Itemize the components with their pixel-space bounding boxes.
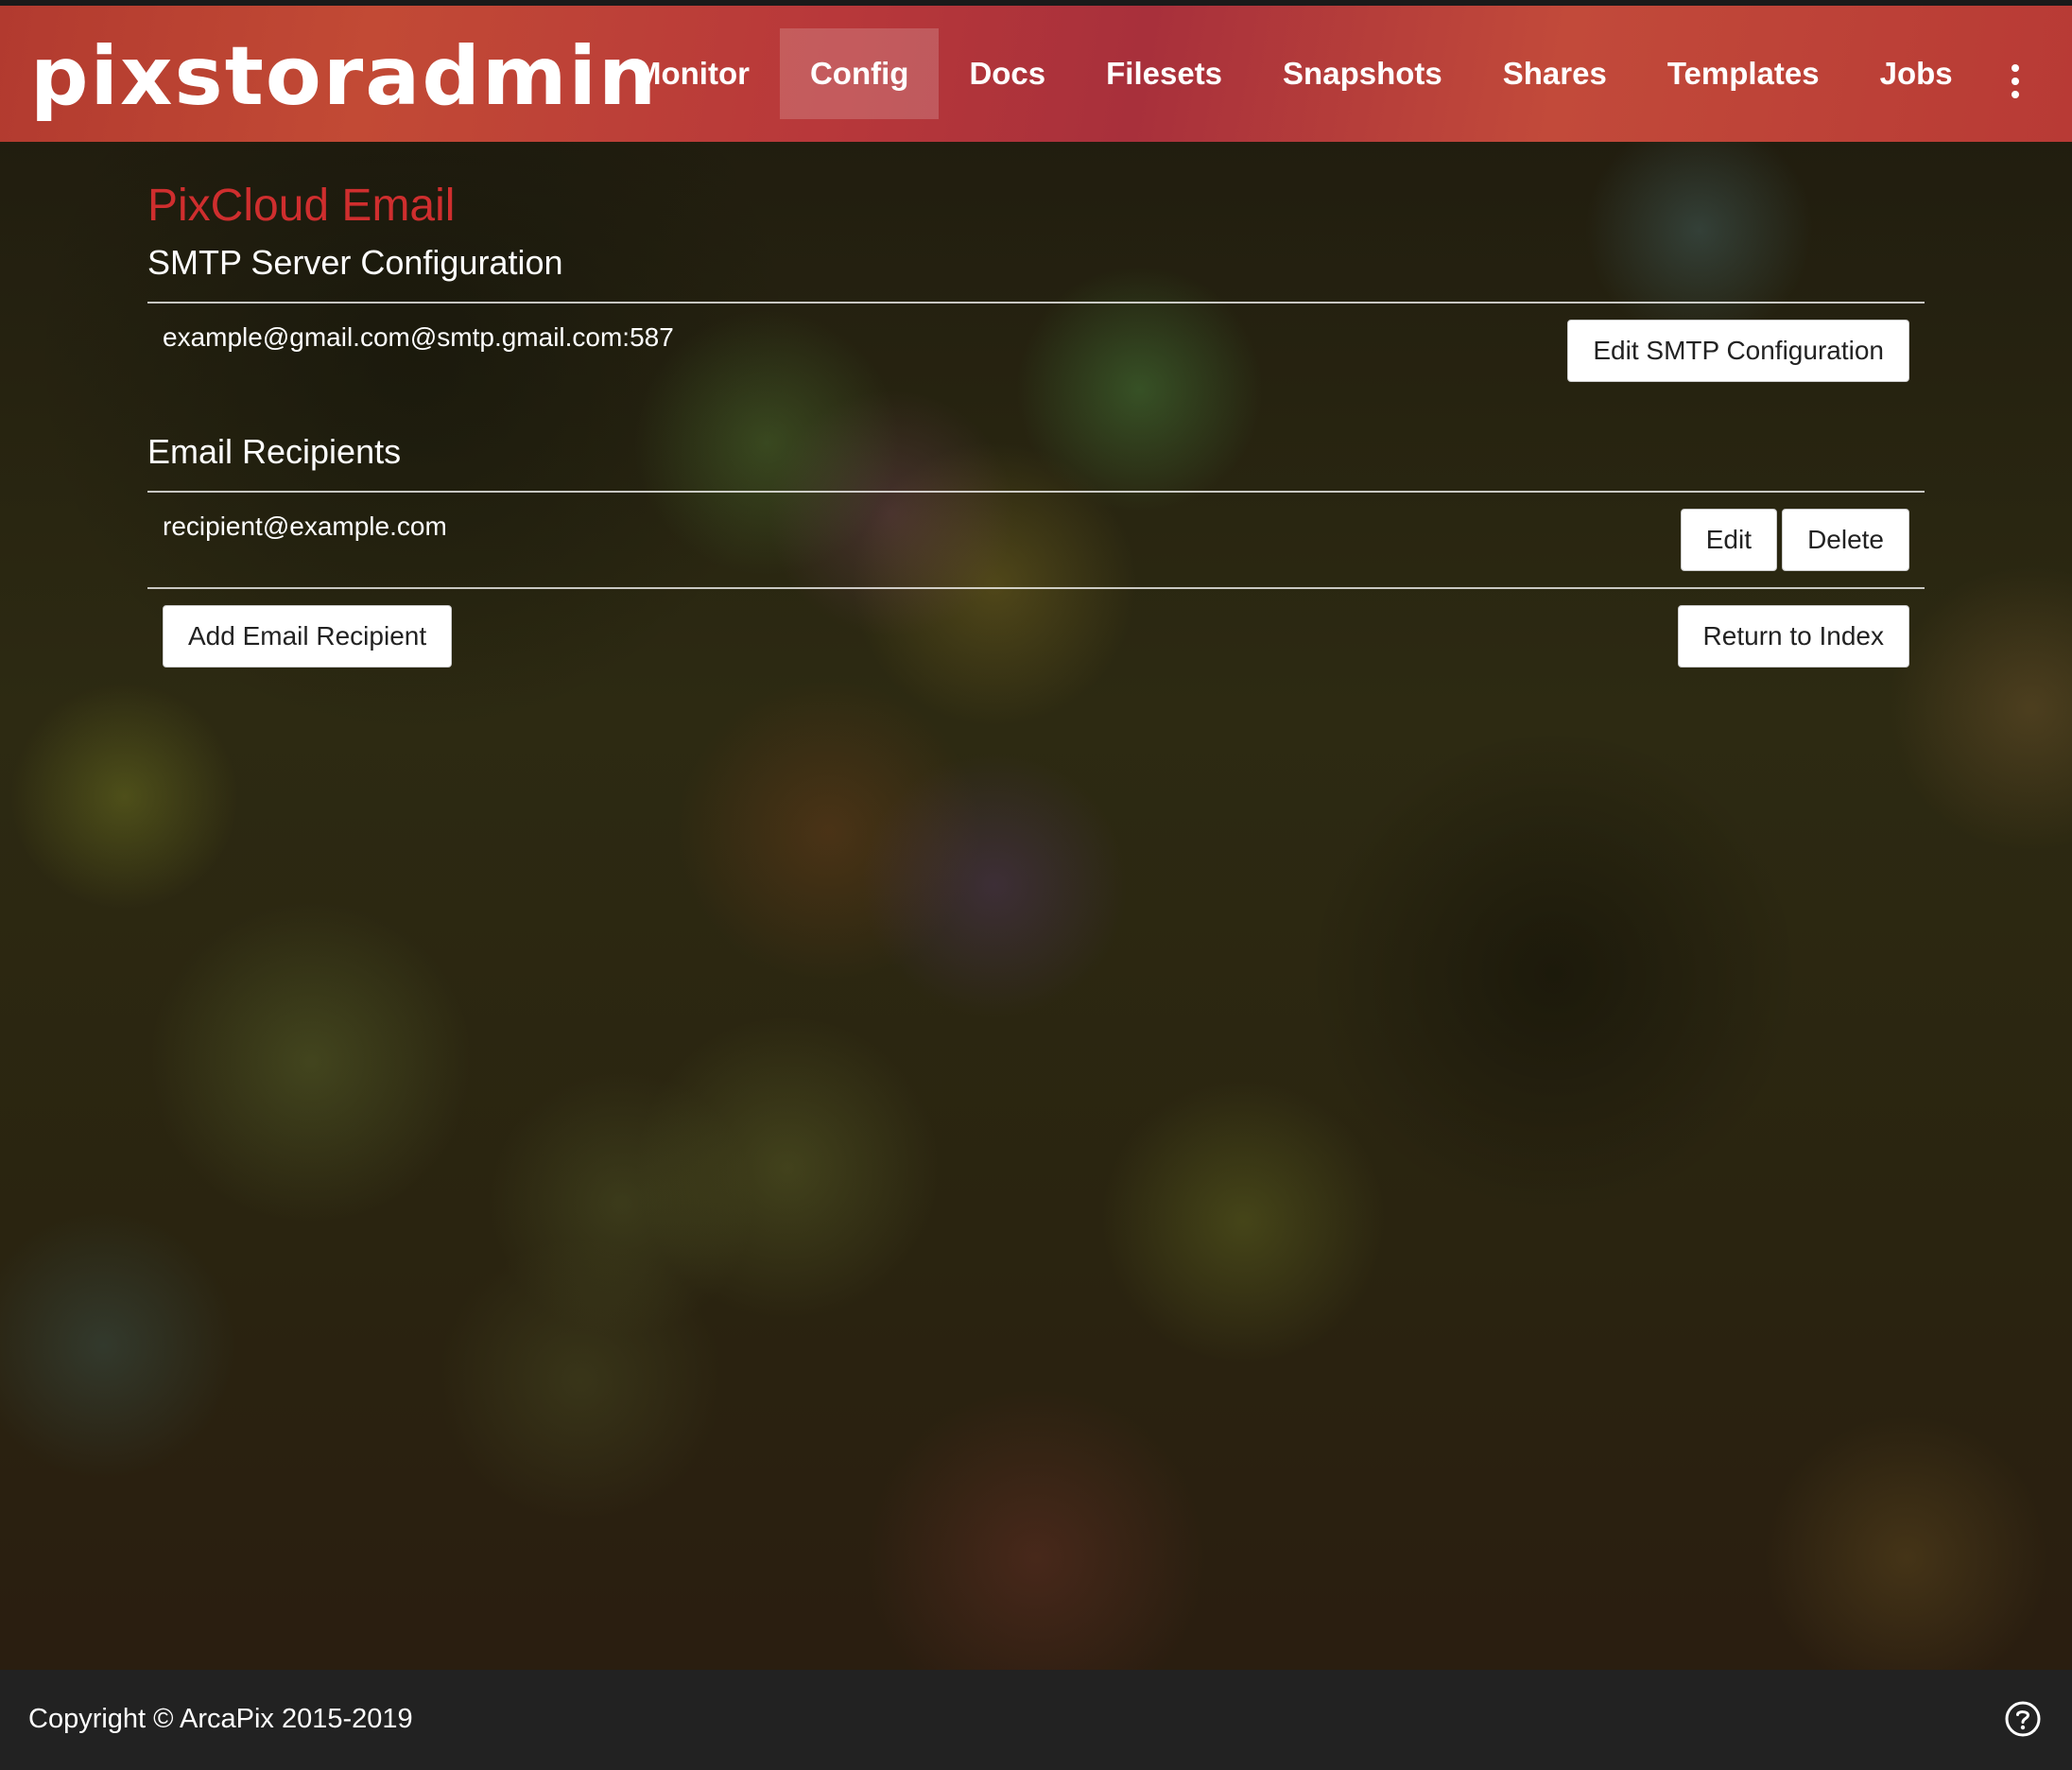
recipient-email: recipient@example.com bbox=[163, 512, 447, 541]
nav-item-snapshots[interactable]: Snapshots bbox=[1252, 28, 1473, 119]
add-email-recipient-button[interactable]: Add Email Recipient bbox=[163, 605, 453, 668]
page-title: PixCloud Email bbox=[147, 181, 456, 231]
nav-item-filesets[interactable]: Filesets bbox=[1076, 28, 1252, 119]
nav-item-monitor[interactable]: Monitor bbox=[605, 28, 780, 119]
delete-recipient-button[interactable]: Delete bbox=[1782, 509, 1909, 571]
kebab-dot bbox=[2012, 78, 2019, 85]
kebab-dot bbox=[2012, 64, 2019, 72]
footer: Copyright © ArcaPix 2015-2019 bbox=[0, 1670, 2072, 1770]
nav-item-shares[interactable]: Shares bbox=[1473, 28, 1637, 119]
copyright-text: Copyright © ArcaPix 2015-2019 bbox=[28, 1704, 413, 1734]
brand-logo[interactable]: pixstoradmin bbox=[30, 25, 658, 129]
divider bbox=[147, 302, 1925, 304]
question-circle-icon[interactable] bbox=[2004, 1700, 2042, 1738]
divider bbox=[147, 587, 1925, 589]
divider bbox=[147, 491, 1925, 493]
nav-item-templates[interactable]: Templates bbox=[1637, 28, 1850, 119]
nav-item-jobs[interactable]: Jobs bbox=[1850, 28, 1983, 119]
nav-item-docs[interactable]: Docs bbox=[939, 28, 1076, 119]
top-navbar: pixstoradmin Monitor Config Docs Fileset… bbox=[0, 0, 2072, 142]
recipients-section-heading: Email Recipients bbox=[147, 432, 402, 471]
smtp-section-heading: SMTP Server Configuration bbox=[147, 243, 563, 282]
edit-smtp-button[interactable]: Edit SMTP Configuration bbox=[1567, 320, 1909, 382]
return-to-index-button[interactable]: Return to Index bbox=[1677, 605, 1909, 668]
smtp-config-value: example@gmail.com@smtp.gmail.com:587 bbox=[163, 322, 674, 352]
kebab-vertical-icon[interactable] bbox=[2010, 64, 2021, 98]
kebab-dot bbox=[2012, 91, 2019, 98]
edit-recipient-button[interactable]: Edit bbox=[1680, 509, 1777, 571]
main-nav: Monitor Config Docs Filesets Snapshots S… bbox=[605, 28, 1983, 119]
nav-item-config[interactable]: Config bbox=[779, 28, 940, 119]
